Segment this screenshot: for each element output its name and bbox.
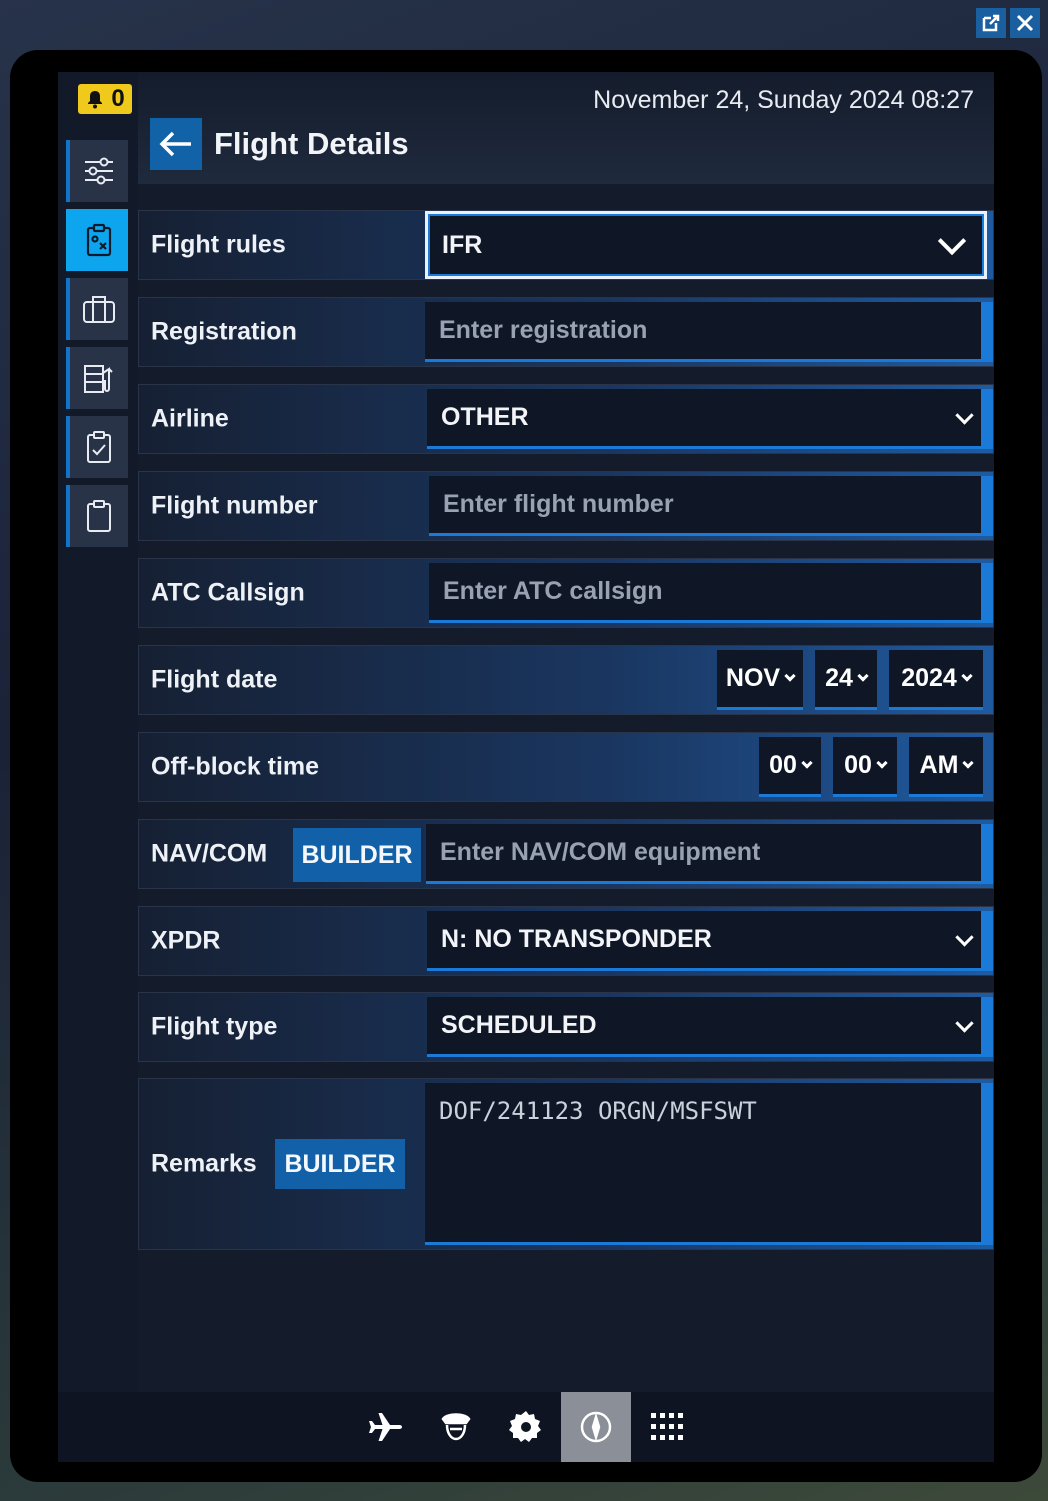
header: November 24, Sunday 2024 08:27 Flight De… (138, 72, 994, 184)
flight-date-year-select[interactable]: 2024 (889, 650, 983, 710)
sidebar-item-briefcase[interactable] (66, 278, 128, 340)
navcom-row: NAV/COM BUILDER Enter NAV/COM equipment (138, 819, 994, 889)
remarks-builder-button[interactable]: BUILDER (275, 1139, 405, 1189)
pilot-icon (441, 1413, 471, 1441)
off-block-row: Off-block time 00 00 AM (138, 732, 994, 802)
window-controls (976, 8, 1040, 38)
briefcase-icon (83, 296, 115, 323)
xpdr-label: XPDR (151, 926, 221, 955)
registration-placeholder: Enter registration (439, 316, 648, 344)
fuel-icon (84, 365, 113, 393)
chevron-down-icon (784, 669, 796, 682)
flight-number-label: Flight number (151, 491, 318, 520)
airline-row: Airline OTHER (138, 384, 994, 454)
flight-date-day: 24 (825, 664, 853, 692)
flight-number-input[interactable]: Enter flight number (429, 476, 993, 536)
flight-date-day-select[interactable]: 24 (815, 650, 877, 710)
sidebar-item-flight-plan[interactable] (66, 209, 128, 271)
sidebar-item-settings[interactable] (66, 140, 128, 202)
airline-value: OTHER (441, 403, 529, 431)
bottom-nav (58, 1392, 994, 1462)
off-block-ampm-select[interactable]: AM (909, 737, 983, 797)
airline-label: Airline (151, 404, 229, 433)
xpdr-select[interactable]: N: NO TRANSPONDER (427, 911, 993, 971)
chevron-down-icon (801, 756, 813, 769)
remarks-textarea[interactable]: DOF/241123 ORGN/MSFSWT (425, 1083, 993, 1245)
flight-date-row: Flight date NOV 24 2024 (138, 645, 994, 715)
pilot-button[interactable] (421, 1392, 491, 1462)
flight-rules-select[interactable]: IFR (425, 211, 987, 279)
remarks-row: Remarks BUILDER DOF/241123 ORGN/MSFSWT (138, 1078, 994, 1250)
sidebar: 0 (58, 72, 138, 1392)
close-icon[interactable] (1010, 8, 1040, 38)
apps-button[interactable] (631, 1392, 701, 1462)
off-block-label: Off-block time (151, 752, 320, 781)
off-block-ampm: AM (919, 751, 959, 779)
flight-type-value: SCHEDULED (441, 1011, 597, 1039)
sidebar-item-clipboard[interactable] (66, 485, 128, 547)
settings-button[interactable] (491, 1392, 561, 1462)
navcom-placeholder: Enter NAV/COM equipment (440, 838, 761, 866)
sidebar-item-fuel[interactable] (66, 347, 128, 409)
xpdr-value: N: NO TRANSPONDER (441, 925, 712, 953)
notification-badge[interactable]: 0 (78, 84, 132, 114)
bell-icon (88, 91, 103, 109)
chevron-down-icon (876, 756, 888, 769)
flight-date-month-select[interactable]: NOV (717, 650, 803, 710)
off-block-hour-select[interactable]: 00 (759, 737, 821, 797)
flight-rules-label: Flight rules (151, 230, 286, 259)
off-block-minute-select[interactable]: 00 (833, 737, 897, 797)
compass-button[interactable] (561, 1392, 631, 1462)
flight-type-label: Flight type (151, 1012, 278, 1041)
airplane-icon (369, 1413, 402, 1441)
flight-type-row: Flight type SCHEDULED (138, 992, 994, 1062)
chevron-down-icon (962, 756, 975, 769)
navcom-builder-button[interactable]: BUILDER (293, 828, 421, 882)
flight-date-month: NOV (725, 664, 781, 692)
arrow-left-icon (159, 131, 191, 157)
gear-icon (509, 1411, 541, 1442)
clipboard-icon (87, 500, 111, 532)
page-title: Flight Details (214, 126, 409, 161)
registration-label: Registration (151, 317, 297, 346)
atc-callsign-label: ATC Callsign (151, 578, 305, 607)
atc-callsign-row: ATC Callsign Enter ATC callsign (138, 558, 994, 628)
xpdr-row: XPDR N: NO TRANSPONDER (138, 906, 994, 976)
flight-number-row: Flight number Enter flight number (138, 471, 994, 541)
sliders-icon (85, 157, 113, 185)
clipboard-x-icon (86, 223, 112, 257)
registration-input[interactable]: Enter registration (425, 302, 993, 362)
apps-grid-icon (651, 1413, 683, 1440)
registration-row: Registration Enter registration (138, 297, 994, 367)
remarks-label: Remarks (151, 1149, 257, 1178)
flight-rules-row: Flight rules IFR (138, 210, 994, 280)
tablet-screen: 0 November 24, Sunday 2024 08:27 Flight … (58, 72, 994, 1462)
navcom-input[interactable]: Enter NAV/COM equipment (426, 824, 993, 884)
remarks-value: DOF/241123 ORGN/MSFSWT (439, 1097, 757, 1125)
chevron-down-icon (857, 669, 869, 682)
sidebar-item-checklist[interactable] (66, 416, 128, 478)
compass-icon (580, 1411, 612, 1443)
popout-icon[interactable] (976, 8, 1006, 38)
airline-select[interactable]: OTHER (427, 389, 993, 449)
chevron-down-icon (961, 669, 973, 682)
navcom-label: NAV/COM (151, 839, 268, 868)
flight-rules-value: IFR (442, 230, 483, 259)
tablet-frame: 0 November 24, Sunday 2024 08:27 Flight … (10, 50, 1042, 1482)
flight-date-label: Flight date (151, 665, 278, 694)
atc-callsign-placeholder: Enter ATC callsign (443, 577, 663, 605)
airplane-button[interactable] (351, 1392, 421, 1462)
notification-count: 0 (111, 85, 125, 112)
flight-type-select[interactable]: SCHEDULED (427, 997, 993, 1057)
off-block-hour: 00 (769, 751, 797, 779)
back-button[interactable] (150, 118, 202, 170)
datetime: November 24, Sunday 2024 08:27 (593, 86, 974, 114)
flight-date-year: 2024 (901, 664, 957, 692)
atc-callsign-input[interactable]: Enter ATC callsign (429, 563, 993, 623)
checklist-icon (87, 431, 111, 463)
off-block-minute: 00 (844, 751, 872, 779)
flight-number-placeholder: Enter flight number (443, 490, 674, 518)
